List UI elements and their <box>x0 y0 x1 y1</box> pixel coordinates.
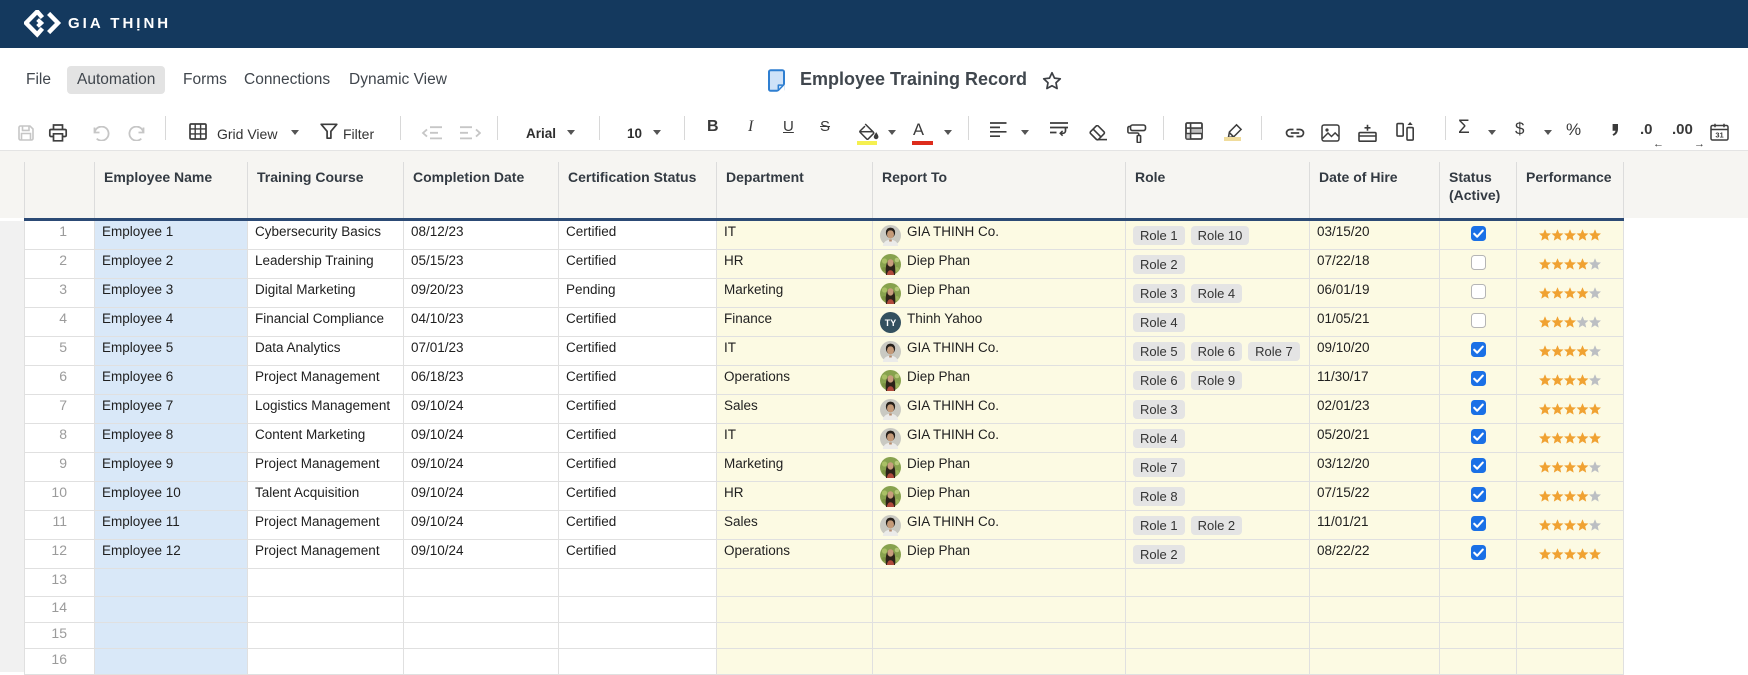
svg-text:31: 31 <box>1715 131 1723 140</box>
svg-text:TY: TY <box>885 318 897 328</box>
